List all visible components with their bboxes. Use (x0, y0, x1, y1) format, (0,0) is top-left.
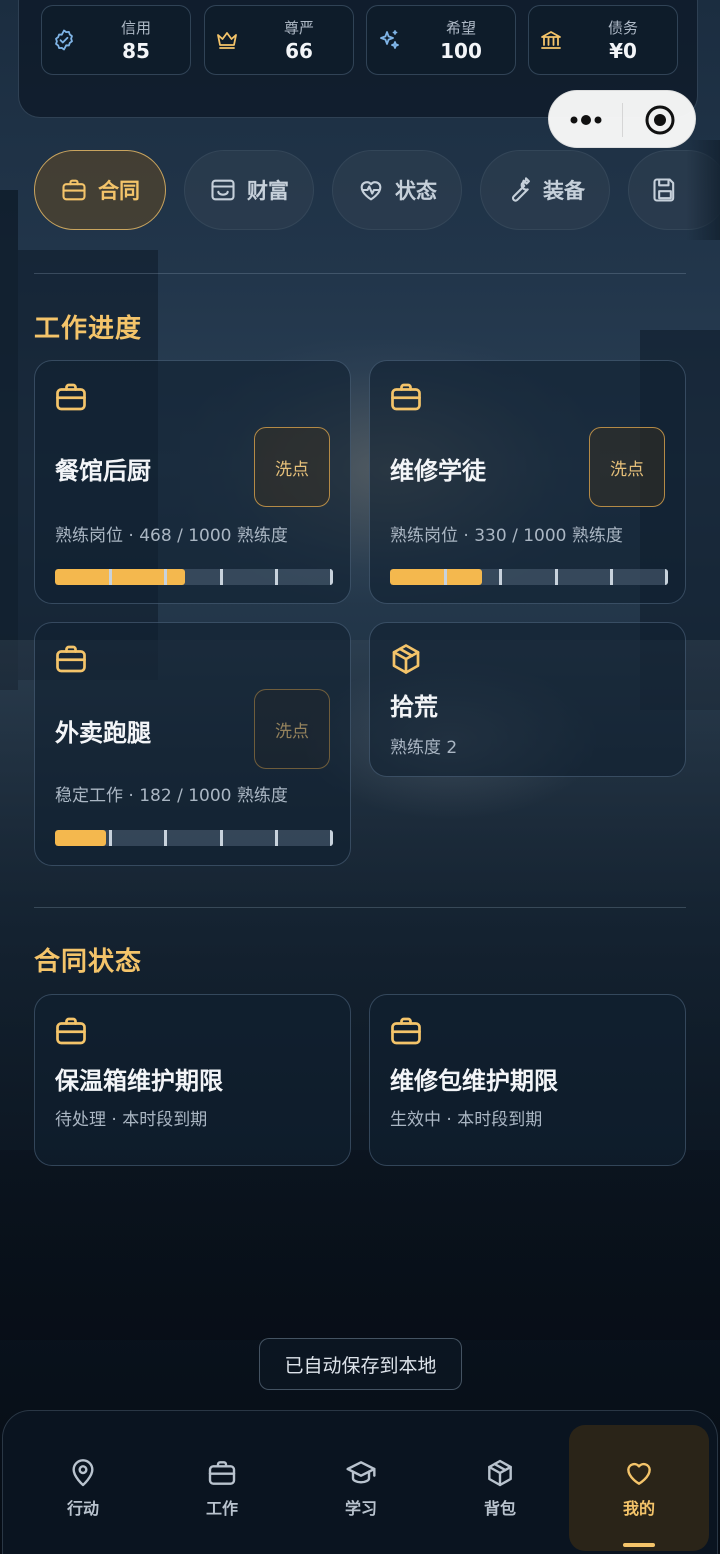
reset-skill-button[interactable]: 洗点 (254, 689, 330, 769)
contract-detail: 待处理 · 本时段到期 (55, 1110, 208, 1130)
nav-label: 背包 (483, 1499, 516, 1518)
contract-name: 保温箱维护期限 (55, 1067, 223, 1095)
stat-value: 66 (285, 39, 313, 63)
stat-label: 希望 (445, 19, 476, 37)
stat-hope: 希望 100 (366, 5, 516, 75)
nav-item-action[interactable]: 行动 (13, 1425, 153, 1551)
heart-pulse-icon (360, 181, 382, 201)
contract-name: 维修包维护期限 (390, 1067, 558, 1095)
active-indicator (623, 1543, 655, 1547)
stat-debt: 债务 ¥0 (528, 5, 678, 75)
progress-fill (390, 569, 482, 585)
job-card-scavenge[interactable]: 拾荒 熟练度 2 (369, 622, 686, 777)
crown-icon (217, 32, 237, 49)
nav-label: 我的 (622, 1499, 655, 1518)
graduation-cap-icon (346, 1461, 376, 1484)
job-name: 维修学徒 (390, 457, 486, 485)
wallet-icon (211, 179, 235, 201)
job-detail: 熟练岗位 · 330 / 1000 熟练度 (390, 526, 623, 546)
briefcase-icon (62, 179, 86, 201)
briefcase-icon (56, 1017, 86, 1045)
box-icon (488, 1459, 512, 1487)
job-card-kitchen[interactable]: 餐馆后厨 洗点 熟练岗位 · 468 / 1000 熟练度 (34, 360, 351, 604)
stat-label: 信用 (120, 19, 151, 37)
stat-credit: 信用 85 (41, 5, 191, 75)
divider (34, 273, 686, 274)
contract-card-repair-kit[interactable]: 维修包维护期限 生效中 · 本时段到期 (369, 994, 686, 1166)
stat-label: 债务 (607, 19, 638, 37)
close-miniprogram-icon[interactable] (644, 104, 676, 136)
stat-value: ¥0 (609, 39, 637, 63)
job-card-repair[interactable]: 维修学徒 洗点 熟练岗位 · 330 / 1000 熟练度 (369, 360, 686, 604)
job-detail: 稳定工作 · 182 / 1000 熟练度 (55, 786, 288, 806)
tab-label: 合同 (98, 179, 140, 203)
progress-bar (390, 569, 668, 585)
tab-label: 装备 (543, 179, 585, 203)
autosave-toast: 已自动保存到本地 (259, 1338, 462, 1390)
tab-equipment[interactable]: 装备 (480, 150, 610, 230)
nav-label: 行动 (66, 1499, 99, 1518)
location-pin-icon (72, 1459, 94, 1487)
tab-wealth[interactable]: 财富 (184, 150, 314, 230)
wrench-icon (512, 177, 530, 202)
progress-bar (55, 569, 333, 585)
miniprogram-capsule (548, 90, 696, 148)
nav-item-study[interactable]: 学习 (291, 1425, 431, 1551)
nav-label: 学习 (344, 1499, 377, 1518)
section-title-work: 工作进度 (34, 314, 143, 344)
job-detail: 熟练度 2 (390, 738, 458, 758)
briefcase-icon (391, 383, 421, 411)
nav-item-backpack[interactable]: 背包 (430, 1425, 570, 1551)
briefcase-icon (208, 1461, 236, 1485)
bottom-nav: 行动 工作 学习 背包 我的 (2, 1410, 718, 1554)
job-name: 外卖跑腿 (55, 719, 151, 747)
stat-value: 100 (440, 39, 482, 63)
save-icon (653, 178, 675, 202)
stat-dignity: 尊严 66 (204, 5, 354, 75)
contract-card-insulated-box[interactable]: 保温箱维护期限 待处理 · 本时段到期 (34, 994, 351, 1166)
sparkles-icon (380, 30, 399, 49)
shield-check-icon (55, 29, 73, 51)
heart-icon (627, 1462, 651, 1485)
contract-detail: 生效中 · 本时段到期 (390, 1110, 543, 1130)
box-icon (392, 644, 420, 674)
tab-contract[interactable]: 合同 (34, 150, 166, 230)
reset-skill-button[interactable]: 洗点 (589, 427, 665, 507)
stat-label: 尊严 (283, 19, 314, 37)
tab-label: 财富 (247, 179, 289, 203)
section-title-contract: 合同状态 (34, 947, 143, 977)
progress-bar (55, 830, 333, 846)
divider (34, 907, 686, 908)
bank-icon (541, 31, 561, 49)
job-name: 餐馆后厨 (55, 457, 151, 485)
briefcase-icon (56, 383, 86, 411)
nav-item-work[interactable]: 工作 (152, 1425, 292, 1551)
nav-label: 工作 (205, 1499, 238, 1518)
progress-fill (55, 830, 106, 846)
job-detail: 熟练岗位 · 468 / 1000 熟练度 (55, 526, 288, 546)
nav-item-mine[interactable]: 我的 (569, 1425, 709, 1551)
tab-label: 状态 (395, 179, 437, 203)
job-card-delivery[interactable]: 外卖跑腿 洗点 稳定工作 · 182 / 1000 熟练度 (34, 622, 351, 866)
tab-status[interactable]: 状态 (332, 150, 462, 230)
stat-value: 85 (122, 39, 150, 63)
reset-skill-button[interactable]: 洗点 (254, 427, 330, 507)
briefcase-icon (391, 1017, 421, 1045)
briefcase-icon (56, 645, 86, 673)
more-icon[interactable] (569, 112, 603, 128)
job-name: 拾荒 (390, 693, 438, 721)
